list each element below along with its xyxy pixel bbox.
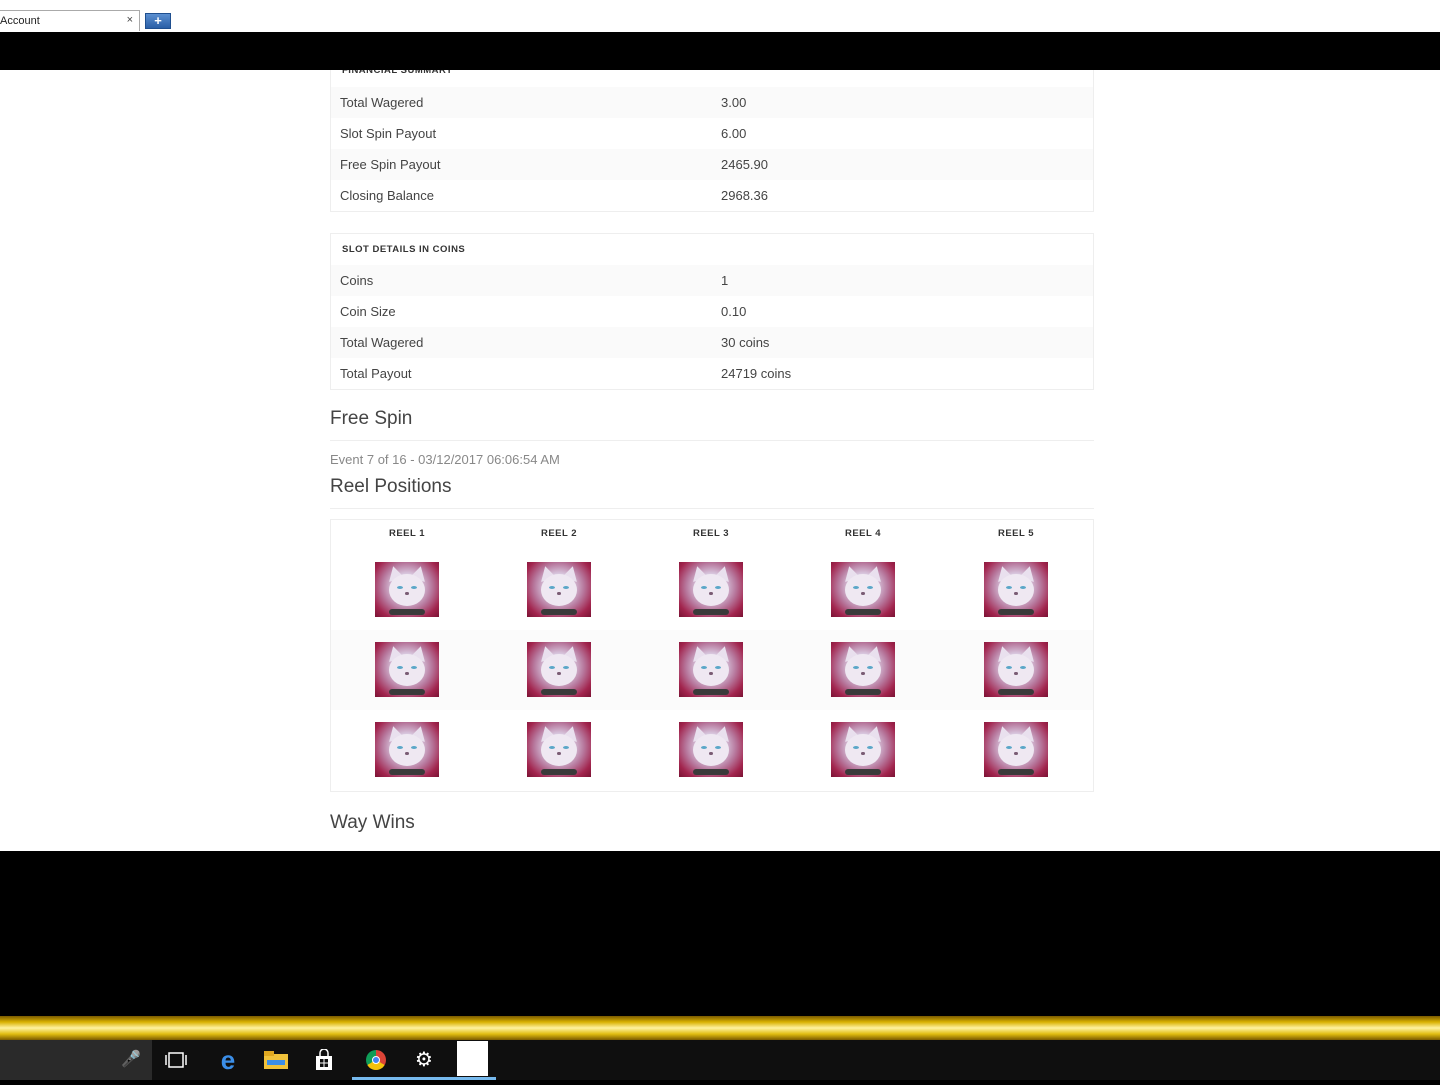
page-viewport[interactable]: FINANCIAL SUMMARY Total Wagered 3.00 Slo… <box>0 70 1440 851</box>
table-row: Free Spin Payout 2465.90 <box>331 149 1093 180</box>
white-cat-symbol <box>527 722 591 777</box>
divider <box>330 440 1094 441</box>
white-cat-symbol <box>831 642 895 697</box>
white-cat-symbol <box>375 642 439 697</box>
slot-details-heading: SLOT DETAILS IN COINS <box>342 244 466 255</box>
microphone-icon[interactable]: 🎤 <box>107 1040 155 1080</box>
slot-details-panel: SLOT DETAILS IN COINS Coins 1 Coin Size … <box>330 233 1094 390</box>
row-value: 6.00 <box>721 126 747 141</box>
reel-header: REEL 2 <box>540 528 578 539</box>
gold-divider-bar <box>0 1016 1440 1040</box>
white-cat-symbol <box>527 642 591 697</box>
row-value: 1 <box>721 273 729 288</box>
divider <box>330 508 1094 509</box>
content-column: FINANCIAL SUMMARY Total Wagered 3.00 Slo… <box>330 70 1094 834</box>
row-value: 3.00 <box>721 95 747 110</box>
row-label: Coins <box>340 273 374 288</box>
event-info: Event 7 of 16 - 03/12/2017 06:06:54 AM <box>330 452 560 467</box>
reel-header: REEL 5 <box>997 528 1035 539</box>
chrome-icon[interactable] <box>352 1040 400 1080</box>
white-cat-symbol <box>984 562 1048 617</box>
row-value: 30 coins <box>721 335 770 350</box>
table-row: Coins 1 <box>331 265 1093 296</box>
free-spin-title: Free Spin <box>330 408 413 429</box>
white-cat-symbol <box>831 722 895 777</box>
reel-grid: REEL 1 REEL 2 REEL 3 REEL 4 REEL 5 <box>330 519 1094 792</box>
row-label: Coin Size <box>340 304 396 319</box>
financial-summary-heading: FINANCIAL SUMMARY <box>342 70 453 76</box>
file-explorer-icon[interactable] <box>252 1040 300 1080</box>
reel-header: REEL 4 <box>844 528 882 539</box>
bottom-black-area <box>0 851 1440 1016</box>
reel-header: REEL 1 <box>388 528 426 539</box>
row-label: Closing Balance <box>340 188 434 203</box>
row-value: 24719 coins <box>721 366 792 381</box>
row-value: 2968.36 <box>721 188 768 203</box>
row-value: 2465.90 <box>721 157 768 172</box>
new-tab-button[interactable]: + <box>145 13 171 29</box>
row-label: Slot Spin Payout <box>340 126 437 141</box>
table-row: Total Payout 24719 coins <box>331 358 1093 389</box>
table-row: Slot Spin Payout 6.00 <box>331 118 1093 149</box>
white-cat-symbol <box>679 722 743 777</box>
taskbar: 🎤 e ⚙ <box>0 1040 1440 1080</box>
store-icon[interactable] <box>300 1040 348 1080</box>
edge-icon[interactable]: e <box>204 1040 252 1080</box>
close-icon[interactable]: × <box>127 14 133 26</box>
reel-positions-title: Reel Positions <box>330 476 452 497</box>
row-value: 0.10 <box>721 304 747 319</box>
table-row: Coin Size 0.10 <box>331 296 1093 327</box>
white-cat-symbol <box>375 562 439 617</box>
financial-summary-panel: FINANCIAL SUMMARY Total Wagered 3.00 Slo… <box>330 70 1094 212</box>
table-row: Total Wagered 3.00 <box>331 87 1093 118</box>
white-cat-symbol <box>679 562 743 617</box>
task-view-icon[interactable] <box>152 1040 200 1080</box>
white-cat-symbol <box>527 562 591 617</box>
white-cat-symbol <box>831 562 895 617</box>
browser-tab-account[interactable]: Account × <box>0 10 140 31</box>
white-cat-symbol <box>679 642 743 697</box>
white-cat-symbol <box>984 642 1048 697</box>
browser-tab-strip: Account × + <box>0 0 1440 32</box>
white-cat-symbol <box>984 722 1048 777</box>
table-row: Closing Balance 2968.36 <box>331 180 1093 211</box>
row-label: Free Spin Payout <box>340 157 441 172</box>
settings-icon[interactable]: ⚙ <box>400 1040 448 1080</box>
row-label: Total Wagered <box>340 335 424 350</box>
blank-app-icon[interactable] <box>448 1040 496 1080</box>
row-label: Total Payout <box>340 366 412 381</box>
tab-title: Account <box>0 15 40 27</box>
reel-header: REEL 3 <box>692 528 730 539</box>
way-wins-title: Way Wins <box>330 812 415 833</box>
row-label: Total Wagered <box>340 95 424 110</box>
top-black-bar <box>0 32 1440 70</box>
table-row: Total Wagered 30 coins <box>331 327 1093 358</box>
white-cat-symbol <box>375 722 439 777</box>
